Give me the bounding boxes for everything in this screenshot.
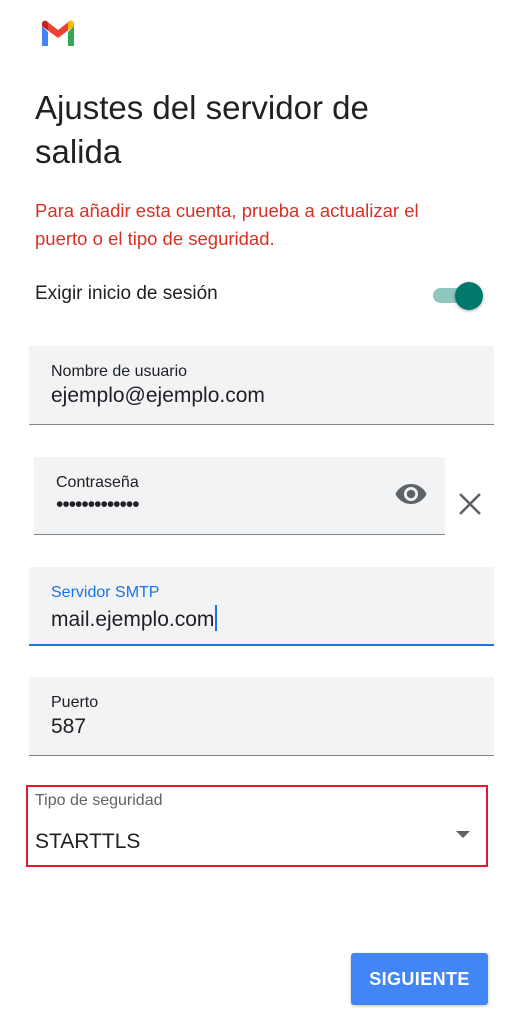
smtp-server-value: mail.ejemplo.com [51, 608, 215, 631]
next-button[interactable]: SIGUIENTE [351, 953, 488, 1005]
eye-icon[interactable] [395, 483, 427, 505]
username-value: ejemplo@ejemplo.com [51, 384, 265, 407]
close-icon[interactable] [457, 491, 483, 517]
smtp-server-label: Servidor SMTP [51, 584, 160, 601]
page-title-line-2: salida [35, 133, 122, 170]
security-type-value: STARTTLS [35, 830, 141, 853]
password-value: ••••••••••••• [56, 493, 140, 516]
port-value: 587 [51, 715, 87, 738]
require-login-toggle[interactable] [433, 282, 483, 310]
require-login-row: Exigir inicio de sesión [35, 278, 487, 312]
username-label: Nombre de usuario [51, 363, 188, 380]
security-type-dropdown[interactable]: Tipo de seguridad STARTTLS [26, 785, 488, 867]
gmail-logo-icon [42, 20, 74, 46]
port-field[interactable]: Puerto 587 [29, 677, 494, 756]
smtp-server-field[interactable]: Servidor SMTP mail.ejemplo.com [29, 567, 494, 646]
page-title-line-1: Ajustes del servidor de [35, 89, 369, 126]
username-field[interactable]: Nombre de usuario ejemplo@ejemplo.com [29, 346, 494, 425]
security-type-label: Tipo de seguridad [35, 792, 163, 809]
toggle-thumb [455, 282, 483, 310]
password-label: Contraseña [56, 474, 139, 491]
error-message: Para añadir esta cuenta, prueba a actual… [35, 200, 419, 249]
require-login-label: Exigir inicio de sesión [35, 283, 218, 304]
smtp-server-value-wrap: mail.ejemplo.com [51, 605, 218, 632]
port-label: Puerto [51, 694, 99, 711]
password-field[interactable]: Contraseña ••••••••••••• [34, 457, 445, 535]
dropdown-arrow-icon [456, 831, 470, 838]
page-title: Ajustes del servidor de salida [35, 86, 369, 174]
text-cursor [215, 605, 218, 631]
